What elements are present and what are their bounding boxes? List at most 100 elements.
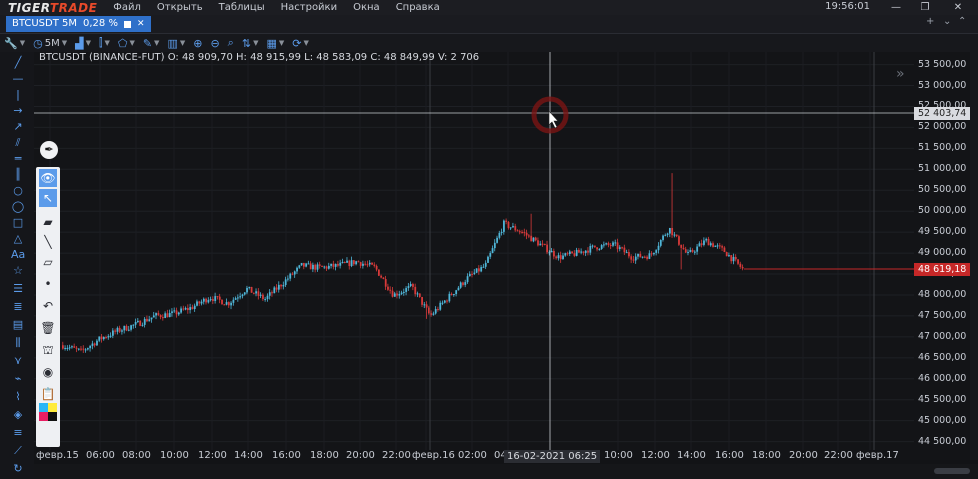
crosshair-price-tag: 52 403,74	[914, 107, 970, 120]
cursor-arrow-icon[interactable]: ↖	[39, 189, 57, 207]
triangle-icon[interactable]: △	[11, 232, 25, 246]
candle-body	[348, 260, 351, 267]
horizontal-channel-icon[interactable]: ═	[11, 152, 25, 166]
camera-icon[interactable]: ◉	[39, 363, 57, 381]
time-tick-label: 22:00	[382, 450, 411, 461]
candle-body	[346, 260, 348, 263]
zigzag-icon[interactable]: ⌁	[11, 372, 25, 386]
sort-icon[interactable]: ⇅ ▼	[238, 37, 263, 50]
pitchfork-icon[interactable]: ⫼	[11, 336, 25, 350]
candle-body	[407, 286, 410, 289]
indicators-icon[interactable]: ▥ ▼	[163, 37, 189, 50]
clipboard-icon[interactable]: 📋	[39, 385, 57, 403]
candle-body	[603, 244, 605, 246]
chevron-up-icon[interactable]: ⌃	[958, 16, 966, 27]
circle-icon[interactable]: ○	[11, 184, 25, 198]
zoom-out-icon[interactable]: ⊖	[206, 37, 223, 50]
eraser-alt-icon[interactable]: ▱	[39, 253, 57, 271]
search-icon[interactable]: ⌕	[224, 36, 238, 50]
price-tick-label: 45 000,00	[918, 414, 967, 426]
refresh-icon[interactable]: ⟳ ▼	[288, 37, 313, 50]
candle-body	[237, 297, 239, 299]
menu-help[interactable]: Справка	[388, 2, 448, 13]
candle-body	[596, 247, 599, 250]
rectangle-icon[interactable]: □	[11, 216, 25, 230]
candle-body	[534, 237, 537, 241]
minimize-icon[interactable]: —	[882, 0, 910, 15]
color-cyan[interactable]	[39, 403, 48, 412]
brush-icon[interactable]: ⌇	[11, 390, 25, 404]
candle-body	[646, 256, 649, 259]
star-icon[interactable]: ☆	[11, 264, 25, 278]
chart-type-icon[interactable]: ▟ ▼	[71, 37, 95, 50]
dot-icon[interactable]: •	[39, 275, 57, 293]
elliott-wave-icon[interactable]: ⋎	[11, 354, 25, 368]
candle-body	[398, 294, 401, 296]
restore-icon[interactable]: ❐	[911, 0, 939, 15]
candle-body	[277, 284, 280, 290]
menu-settings[interactable]: Настройки	[273, 2, 345, 13]
undo-icon[interactable]: ↶	[39, 297, 57, 315]
candle-body	[134, 321, 137, 325]
candlestick-chart[interactable]: »	[34, 52, 914, 450]
add-tab-icon[interactable]: +	[926, 16, 934, 27]
candle-body	[473, 272, 476, 274]
menu-tables[interactable]: Таблицы	[211, 2, 273, 13]
candle-body	[118, 327, 121, 332]
horizontal-scrollbar[interactable]	[34, 464, 978, 479]
horizontal-line-icon[interactable]: —	[11, 72, 25, 86]
menu-open[interactable]: Открыть	[149, 2, 211, 13]
magnet-icon[interactable]: ↻	[11, 462, 25, 476]
fib-extension-icon[interactable]: ≣	[11, 300, 25, 314]
color-magenta[interactable]	[39, 412, 48, 421]
candle-body	[566, 253, 569, 255]
timeframe-select[interactable]: ◷ 5M ▼	[29, 37, 71, 50]
vertical-channel-icon[interactable]: ║	[11, 168, 25, 182]
pointer-tool-icon[interactable]: ⬠ ▼	[114, 37, 139, 50]
eraser-icon[interactable]: ▰	[39, 213, 57, 231]
candle-body	[248, 286, 251, 288]
candle-body	[591, 245, 594, 247]
color-black[interactable]	[48, 412, 57, 421]
close-icon[interactable]: ✕	[944, 0, 972, 15]
candle-type-icon[interactable]: ⫿ ▼	[95, 36, 114, 50]
price-axis[interactable]: 44 500,00 45 000,00 45 500,00 46 000,00 46 5…	[914, 52, 970, 460]
vertical-scrollbar[interactable]	[970, 52, 978, 460]
tab-btcusdt-5m[interactable]: BTCUSDT 5M 0,28 % ✕	[6, 16, 151, 32]
layers-icon[interactable]: ◈	[11, 408, 25, 422]
tab-close-icon[interactable]: ✕	[137, 16, 145, 32]
vertical-line-icon[interactable]: |	[11, 88, 25, 102]
chevron-down-icon[interactable]: ⌄	[943, 16, 951, 27]
eye-icon[interactable]: 👁	[39, 169, 57, 187]
gann-icon[interactable]: ▤	[11, 318, 25, 332]
color-yellow[interactable]	[48, 403, 57, 412]
candle-body	[584, 250, 587, 253]
candle-body	[296, 267, 298, 272]
text-icon[interactable]: Aa	[11, 248, 25, 262]
menu-file[interactable]: Файл	[105, 2, 149, 13]
trash-icon[interactable]: 🗑	[39, 319, 57, 337]
candle-body	[641, 256, 644, 258]
zoom-in-icon[interactable]: ⊕	[189, 37, 206, 50]
menu-windows[interactable]: Окна	[345, 2, 388, 13]
stamp-icon[interactable]: ⛫	[39, 341, 57, 359]
pencil-icon[interactable]: ╲	[39, 233, 57, 251]
pen-icon[interactable]: ✒	[40, 141, 58, 159]
fib-levels-icon[interactable]: ☰	[11, 282, 25, 296]
wrench-icon[interactable]: 🔧 ▼	[0, 37, 29, 50]
draw-tool-icon[interactable]: ✎ ▼	[139, 37, 164, 50]
trend-line-icon[interactable]: ╱	[11, 56, 25, 70]
calendar-icon[interactable]: ▦ ▼	[262, 37, 288, 50]
price-tick-label: 49 500,00	[918, 226, 967, 238]
arrow-line-icon[interactable]: ↗	[11, 120, 25, 134]
ellipse-icon[interactable]: ◯	[11, 200, 25, 214]
scroll-thumb[interactable]	[934, 468, 970, 474]
parallel-channel-icon[interactable]: ⫽	[11, 136, 25, 150]
candle-body	[728, 255, 730, 257]
price-chart[interactable]: » BTCUSDT (BINANCE-FUT) O: 48 909,70 H: …	[34, 52, 914, 460]
list-icon[interactable]: ≡	[11, 426, 25, 440]
ray-icon[interactable]: →	[11, 104, 25, 118]
time-axis[interactable]: февр.17 22:00 20:00 18:00 16:00 14:00 12:00 10:…	[34, 450, 914, 464]
ruler-icon[interactable]: ⟋	[11, 444, 25, 458]
candle-body	[741, 266, 744, 269]
